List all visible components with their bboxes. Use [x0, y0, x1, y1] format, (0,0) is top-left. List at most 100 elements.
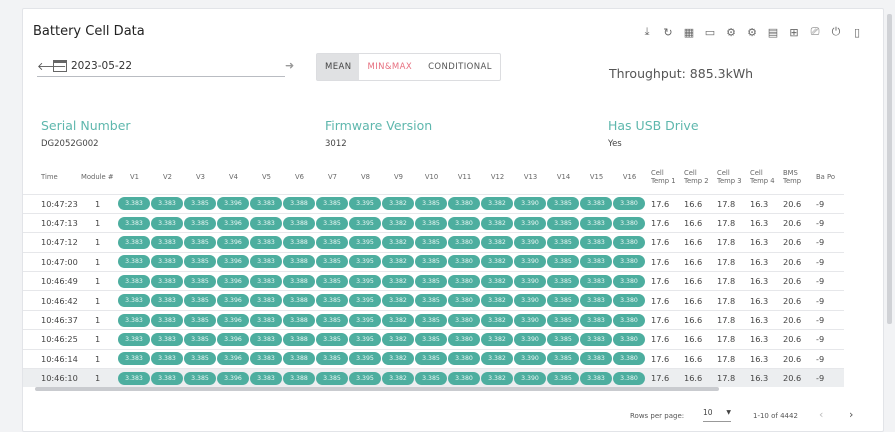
voltage-cell: 3.383: [151, 271, 184, 291]
voltage-cell: 3.382: [382, 309, 415, 330]
temperature-cell: 17.6: [646, 193, 679, 214]
cast-icon[interactable]: ⎚: [806, 23, 824, 41]
voltage-pill: 3.385: [547, 332, 579, 346]
voltage-cell: 3.385: [316, 368, 349, 387]
temperature-cell: 16.6: [679, 193, 712, 214]
table-row[interactable]: 10:47:23 1 3.383 3.383 3.385 3.396 3.383 3.388 3…: [23, 193, 844, 214]
vertical-scrollbar[interactable]: [884, 8, 895, 432]
voltage-pill: 3.382: [481, 274, 513, 288]
column-header[interactable]: V4: [217, 161, 250, 194]
calendar-icon[interactable]: [53, 59, 67, 72]
next-date-icon[interactable]: ➜: [285, 59, 294, 72]
battery-menu-icon[interactable]: ▯: [848, 23, 866, 41]
table-row[interactable]: 10:47:12 1 3.383 3.383 3.385 3.396 3.383 3.388 3…: [23, 232, 844, 253]
voltage-pill: 3.382: [481, 197, 513, 211]
voltage-cell: 3.385: [415, 368, 448, 387]
column-header[interactable]: V5: [250, 161, 283, 194]
vertical-scrollbar-thumb[interactable]: [887, 14, 892, 324]
column-header[interactable]: V3: [184, 161, 217, 194]
rows-per-page-label: Rows per page:: [630, 412, 685, 420]
voltage-pill: 3.396: [217, 352, 249, 366]
column-header[interactable]: Cell Temp 1: [646, 161, 679, 194]
voltage-cell: 3.395: [349, 232, 382, 253]
voltage-cell: 3.388: [283, 309, 316, 330]
module-cell: 1: [79, 309, 118, 330]
cell-data-table-wrap[interactable]: Time Module # V1 V2 V3 V4 V5 V6 V7 V8 V9 V10 V11 V12 V…: [23, 161, 883, 387]
voltage-cell: 3.383: [580, 251, 613, 272]
horizontal-scrollbar[interactable]: [35, 387, 719, 391]
voltage-pill: 3.383: [250, 332, 282, 346]
grid-icon[interactable]: ▦: [680, 23, 698, 41]
next-page-icon[interactable]: ›: [849, 408, 853, 421]
column-header[interactable]: V8: [349, 161, 382, 194]
temperature-cell: 16.3: [745, 290, 778, 311]
rows-per-page-select[interactable]: 10 ▼: [703, 408, 731, 422]
column-header[interactable]: V6: [283, 161, 316, 194]
mode-minmax-button[interactable]: MIN&MAX: [359, 54, 420, 80]
table-row[interactable]: 10:47:00 1 3.383 3.383 3.385 3.396 3.383 3.388 3…: [23, 251, 844, 272]
column-header[interactable]: V14: [547, 161, 580, 194]
column-header[interactable]: V13: [514, 161, 547, 194]
temperature-cell: 20.6: [778, 348, 811, 369]
column-header[interactable]: Time: [23, 161, 79, 194]
column-header[interactable]: Cell Temp 2: [679, 161, 712, 194]
column-header[interactable]: Ba Po: [811, 161, 844, 194]
temperature-cell: -9: [811, 271, 844, 291]
table-row[interactable]: 10:46:42 1 3.383 3.383 3.385 3.396 3.383 3.388 3…: [23, 290, 844, 311]
column-header[interactable]: V12: [481, 161, 514, 194]
voltage-pill: 3.382: [481, 313, 513, 327]
voltage-pill: 3.385: [547, 197, 579, 211]
table-row[interactable]: 10:46:10 1 3.383 3.383 3.385 3.396 3.383 3.388 3…: [23, 368, 844, 387]
table-row[interactable]: 10:46:25 1 3.383 3.383 3.385 3.396 3.383 3.388 3…: [23, 329, 844, 350]
column-header[interactable]: V16: [613, 161, 646, 194]
voltage-cell: 3.385: [415, 290, 448, 311]
column-header[interactable]: V7: [316, 161, 349, 194]
date-value[interactable]: 2023-05-22: [71, 60, 132, 72]
column-header[interactable]: Cell Temp 4: [745, 161, 778, 194]
column-header[interactable]: Module #: [79, 161, 118, 194]
column-header[interactable]: V9: [382, 161, 415, 194]
power-icon[interactable]: ⏻: [827, 23, 845, 41]
settings-alt-icon[interactable]: ⚙: [743, 23, 761, 41]
table-row[interactable]: 10:46:49 1 3.383 3.383 3.385 3.396 3.383 3.388 3…: [23, 271, 844, 291]
temperature-cell: -9: [811, 348, 844, 369]
table-row[interactable]: 10:46:37 1 3.383 3.383 3.385 3.396 3.383 3.388 3…: [23, 309, 844, 330]
mode-max-label: MAX: [391, 62, 413, 72]
voltage-pill: 3.383: [580, 274, 612, 288]
voltage-cell: 3.380: [613, 271, 646, 291]
voltage-cell: 3.385: [547, 212, 580, 233]
voltage-cell: 3.383: [580, 232, 613, 253]
voltage-pill: 3.382: [382, 352, 414, 366]
cell-data-table: Time Module # V1 V2 V3 V4 V5 V6 V7 V8 V9 V10 V11 V12 V…: [23, 161, 844, 387]
voltage-pill: 3.396: [217, 197, 249, 211]
table-row[interactable]: 10:46:14 1 3.383 3.383 3.385 3.396 3.383 3.388 3…: [23, 348, 844, 369]
temperature-cell: 16.3: [745, 348, 778, 369]
temperature-cell: 20.6: [778, 368, 811, 387]
column-header[interactable]: V2: [151, 161, 184, 194]
mode-conditional-button[interactable]: CONDITIONAL: [420, 54, 500, 80]
monitor-icon[interactable]: ▭: [701, 23, 719, 41]
voltage-pill: 3.380: [448, 352, 480, 366]
temperature-cell: 17.8: [712, 290, 745, 311]
voltage-pill: 3.383: [151, 235, 183, 249]
column-header[interactable]: V15: [580, 161, 613, 194]
settings-cog-icon[interactable]: ⚙: [722, 23, 740, 41]
list-icon[interactable]: ▤: [764, 23, 782, 41]
column-header[interactable]: Cell Temp 3: [712, 161, 745, 194]
column-header[interactable]: V1: [118, 161, 151, 194]
column-header[interactable]: V11: [448, 161, 481, 194]
date-picker[interactable]: 🡐 2023-05-22: [37, 55, 285, 77]
prev-date-icon[interactable]: 🡐: [37, 59, 67, 73]
module-cell: 1: [79, 232, 118, 253]
voltage-pill: 3.383: [580, 294, 612, 308]
voltage-cell: 3.385: [316, 290, 349, 311]
column-header[interactable]: BMS Temp: [778, 161, 811, 194]
refresh-icon[interactable]: ↻: [659, 23, 677, 41]
mode-mean-button[interactable]: MEAN: [317, 54, 360, 80]
prev-page-icon[interactable]: ‹: [819, 408, 823, 421]
table-row[interactable]: 10:47:13 1 3.383 3.383 3.385 3.396 3.383 3.388 3…: [23, 212, 844, 233]
download-icon[interactable]: ⤓: [638, 23, 656, 41]
column-header[interactable]: V10: [415, 161, 448, 194]
voltage-cell: 3.385: [547, 271, 580, 291]
file-add-icon[interactable]: ⊞: [785, 23, 803, 41]
